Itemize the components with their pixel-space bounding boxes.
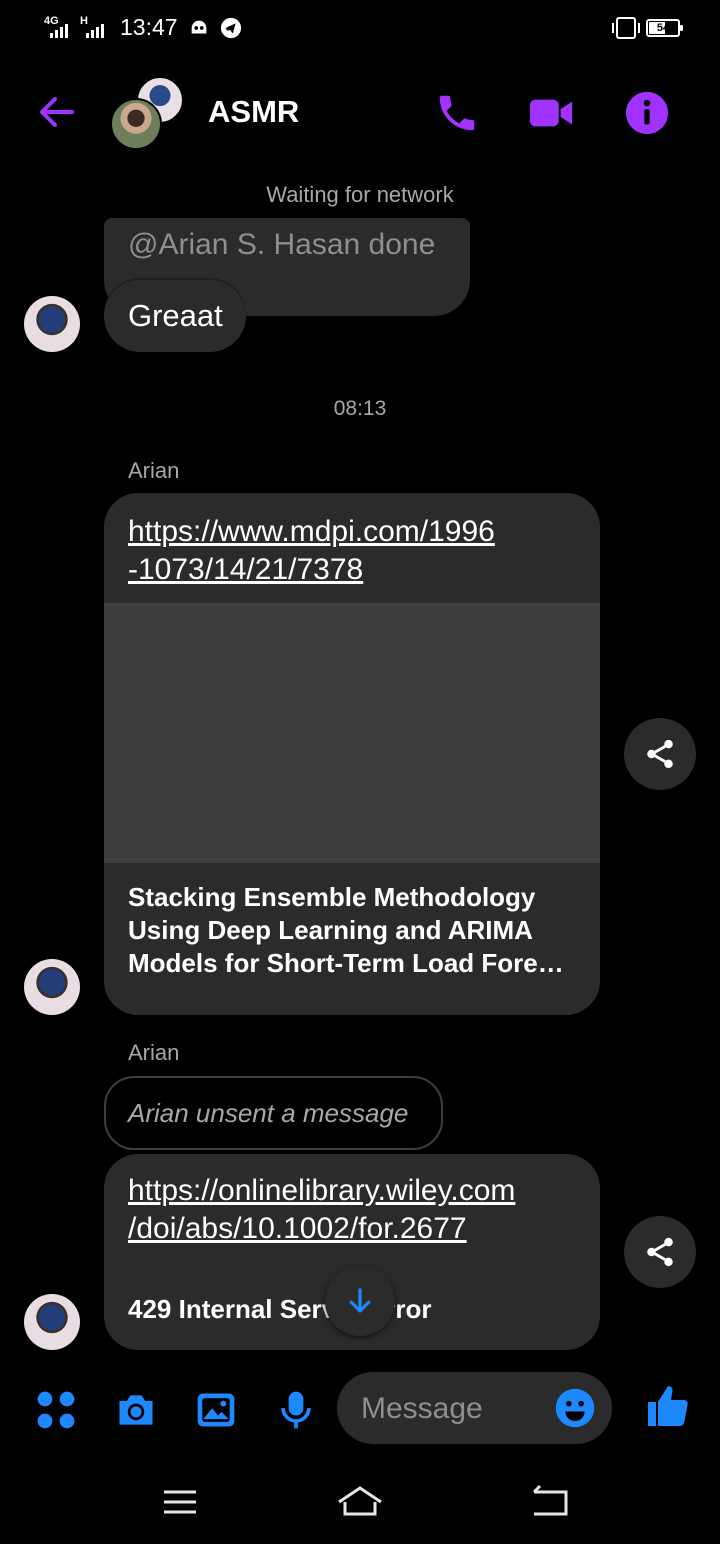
link-preview-image[interactable] [104,603,600,863]
unsent-message: Arian unsent a message [104,1076,443,1150]
link-url[interactable]: https://onlinelibrary.wiley.com /doi/abs… [128,1172,576,1248]
message-placeholder: Message [361,1392,483,1425]
phone-call-icon[interactable] [434,90,480,136]
battery-icon: 54 [646,19,683,37]
message-text: Greaat [128,298,223,333]
video-call-icon[interactable] [528,90,574,136]
link-url[interactable]: https://www.mdpi.com/1996 -1073/14/21/73… [104,493,600,603]
share-button[interactable] [624,1216,696,1288]
timestamp: 08:13 [333,397,387,420]
message-bubble[interactable]: Greaat [104,280,246,352]
quoted-message-text: @Arian S. Hasan done [128,228,436,261]
emoji-icon[interactable] [554,1387,596,1429]
camera-icon[interactable] [114,1388,158,1432]
arrow-down-icon [349,1288,371,1313]
thumbs-up-icon[interactable] [644,1382,692,1430]
sender-avatar[interactable] [24,296,80,352]
microphone-icon[interactable] [274,1388,318,1432]
link-preview-card[interactable]: https://www.mdpi.com/1996 -1073/14/21/73… [104,493,600,1015]
clock: 13:47 [120,14,178,40]
share-icon [647,739,673,769]
battery-level: 54 [656,22,670,34]
message-composer: Message [0,1366,720,1456]
status-bar: 4G H 13:47 54 [0,0,720,56]
gallery-icon[interactable] [194,1388,238,1432]
back-arrow-icon[interactable] [36,92,76,132]
sender-avatar[interactable] [24,959,80,1015]
network-status-text: Waiting for network [266,182,454,207]
sender-avatar[interactable] [24,1294,80,1350]
home-icon[interactable] [336,1482,384,1522]
group-avatar[interactable] [110,76,186,152]
share-icon [647,1237,673,1267]
system-nav-bar [0,1460,720,1544]
chat-header: ASMR [0,70,720,156]
telegram-notification-icon [220,17,241,38]
back-nav-icon[interactable] [530,1482,570,1522]
conversation-title[interactable]: ASMR [208,94,299,130]
status-left: 4G H 13:47 [44,14,242,41]
link-preview-title: Stacking Ensemble Methodology Using Deep… [128,882,564,978]
share-button[interactable] [624,718,696,790]
cell-signal-2-icon: H [80,15,106,40]
member-avatar-2 [110,98,162,150]
cell-signal-icon: 4G [44,15,70,40]
more-actions-icon[interactable] [34,1388,78,1432]
recent-apps-icon[interactable] [162,1482,198,1522]
status-right: 54 [612,17,683,39]
message-input[interactable]: Message [337,1372,612,1444]
messenger-notification-icon [191,20,206,33]
vibrate-icon [612,17,640,39]
info-icon[interactable] [624,90,670,136]
sender-name: Arian [128,1040,180,1065]
sender-name: Arian [128,458,180,483]
scroll-to-bottom-button[interactable] [325,1266,395,1336]
